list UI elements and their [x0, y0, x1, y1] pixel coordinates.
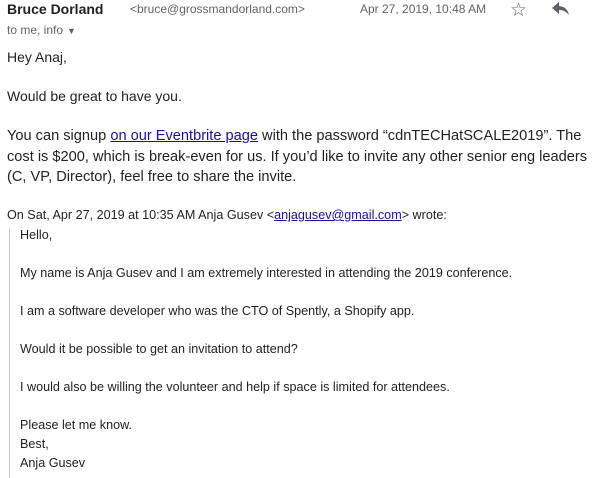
quote-header-prefix: On Sat, Apr 27, 2019 at 10:35 AM Anja Gu… — [7, 208, 275, 222]
quoted-line: Please let me know. — [20, 418, 133, 432]
chevron-down-icon: ▼ — [67, 26, 76, 36]
message-date: Apr 27, 2019, 10:48 AM — [360, 2, 487, 16]
quote-header-suffix: > wrote: — [401, 208, 447, 222]
para-text-before: You can signup — [7, 128, 111, 144]
quoted-line: Best, — [20, 437, 49, 451]
quoted-line: Hello, — [20, 228, 53, 242]
greeting: Hey Anaj, — [7, 49, 67, 65]
quoted-line: Would it be possible to get an invitatio… — [20, 342, 298, 356]
star-icon[interactable]: ☆ — [510, 0, 527, 22]
quoted-line: I would also be willing the volunteer an… — [20, 380, 450, 394]
body-line: Would be great to have you. — [7, 88, 182, 104]
reply-icon[interactable] — [552, 2, 570, 21]
quoted-email-link[interactable]: anjagusev@gmail.com — [274, 208, 402, 222]
quoted-line: Anja Gusev — [20, 456, 86, 470]
quoted-line: I am a software developer who was the CT… — [20, 304, 415, 318]
eventbrite-link[interactable]: on our Eventbrite page — [110, 128, 258, 144]
recipients-label: to me, info — [7, 23, 64, 37]
sender-name: Bruce Dorland — [7, 1, 104, 17]
quoted-line: My name is Anja Gusev and I am extremely… — [20, 266, 513, 280]
sender-email: <bruce@grossmandorland.com> — [130, 2, 305, 16]
body-paragraph: You can signup on our Eventbrite page wi… — [7, 126, 597, 188]
quote-header: On Sat, Apr 27, 2019 at 10:35 AM Anja Gu… — [7, 208, 447, 222]
quote-bar — [9, 228, 10, 478]
recipients-dropdown[interactable]: to me, info ▼ — [7, 23, 76, 37]
